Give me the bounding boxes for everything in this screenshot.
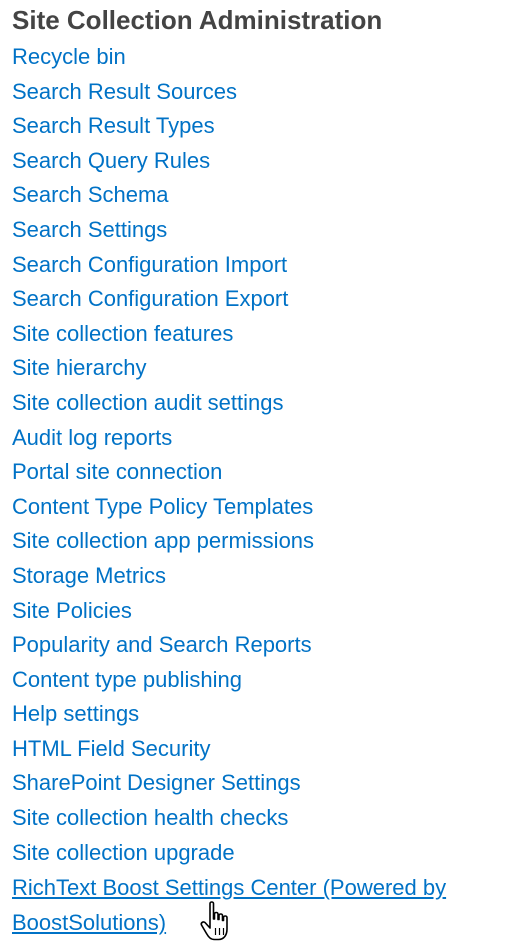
- list-item: Audit log reports: [12, 421, 512, 456]
- audit-log-reports-link[interactable]: Audit log reports: [12, 421, 512, 456]
- search-result-types-link[interactable]: Search Result Types: [12, 109, 512, 144]
- list-item: Content Type Policy Templates: [12, 490, 512, 525]
- list-item: Search Settings: [12, 213, 512, 248]
- list-item: Site collection app permissions: [12, 524, 512, 559]
- search-schema-link[interactable]: Search Schema: [12, 178, 512, 213]
- site-collection-features-link[interactable]: Site collection features: [12, 317, 512, 352]
- search-query-rules-link[interactable]: Search Query Rules: [12, 144, 512, 179]
- list-item: Site collection upgrade: [12, 836, 512, 871]
- list-item: Search Result Sources: [12, 75, 512, 110]
- list-item: Portal site connection: [12, 455, 512, 490]
- list-item: RichText Boost Settings Center (Powered …: [12, 870, 512, 940]
- list-item: Search Configuration Import: [12, 248, 512, 283]
- storage-metrics-link[interactable]: Storage Metrics: [12, 559, 512, 594]
- list-item: Search Result Types: [12, 109, 512, 144]
- search-configuration-export-link[interactable]: Search Configuration Export: [12, 282, 512, 317]
- list-item: Site collection features: [12, 317, 512, 352]
- list-item: Content type publishing: [12, 663, 512, 698]
- list-item: Help settings: [12, 697, 512, 732]
- popularity-and-search-reports-link[interactable]: Popularity and Search Reports: [12, 628, 512, 663]
- site-hierarchy-link[interactable]: Site hierarchy: [12, 351, 512, 386]
- list-item: SharePoint Designer Settings: [12, 766, 512, 801]
- list-item: Site collection audit settings: [12, 386, 512, 421]
- section-title: Site Collection Administration: [12, 5, 383, 35]
- list-item: Popularity and Search Reports: [12, 628, 512, 663]
- list-item: Site Policies: [12, 594, 512, 629]
- list-item: Storage Metrics: [12, 559, 512, 594]
- admin-link-list: Recycle bin Search Result Sources Search…: [12, 40, 512, 940]
- search-configuration-import-link[interactable]: Search Configuration Import: [12, 248, 512, 283]
- portal-site-connection-link[interactable]: Portal site connection: [12, 455, 512, 490]
- html-field-security-link[interactable]: HTML Field Security: [12, 732, 512, 767]
- list-item: Recycle bin: [12, 40, 512, 75]
- list-item: Search Configuration Export: [12, 282, 512, 317]
- site-collection-app-permissions-link[interactable]: Site collection app permissions: [12, 524, 512, 559]
- list-item: Site collection health checks: [12, 801, 512, 836]
- richtext-boost-settings-center-link[interactable]: RichText Boost Settings Center (Powered …: [12, 870, 512, 940]
- list-item: Search Schema: [12, 178, 512, 213]
- hand-pointer-icon: [200, 901, 228, 941]
- content-type-policy-templates-link[interactable]: Content Type Policy Templates: [12, 490, 512, 525]
- site-collection-health-checks-link[interactable]: Site collection health checks: [12, 801, 512, 836]
- site-policies-link[interactable]: Site Policies: [12, 594, 512, 629]
- list-item: Site hierarchy: [12, 351, 512, 386]
- site-collection-audit-settings-link[interactable]: Site collection audit settings: [12, 386, 512, 421]
- help-settings-link[interactable]: Help settings: [12, 697, 512, 732]
- sharepoint-designer-settings-link[interactable]: SharePoint Designer Settings: [12, 766, 512, 801]
- site-collection-administration-panel: Site Collection Administration Recycle b…: [12, 0, 512, 940]
- site-collection-upgrade-link[interactable]: Site collection upgrade: [12, 836, 512, 871]
- search-result-sources-link[interactable]: Search Result Sources: [12, 75, 512, 110]
- list-item: HTML Field Security: [12, 732, 512, 767]
- list-item: Search Query Rules: [12, 144, 512, 179]
- content-type-publishing-link[interactable]: Content type publishing: [12, 663, 512, 698]
- recycle-bin-link[interactable]: Recycle bin: [12, 40, 512, 75]
- search-settings-link[interactable]: Search Settings: [12, 213, 512, 248]
